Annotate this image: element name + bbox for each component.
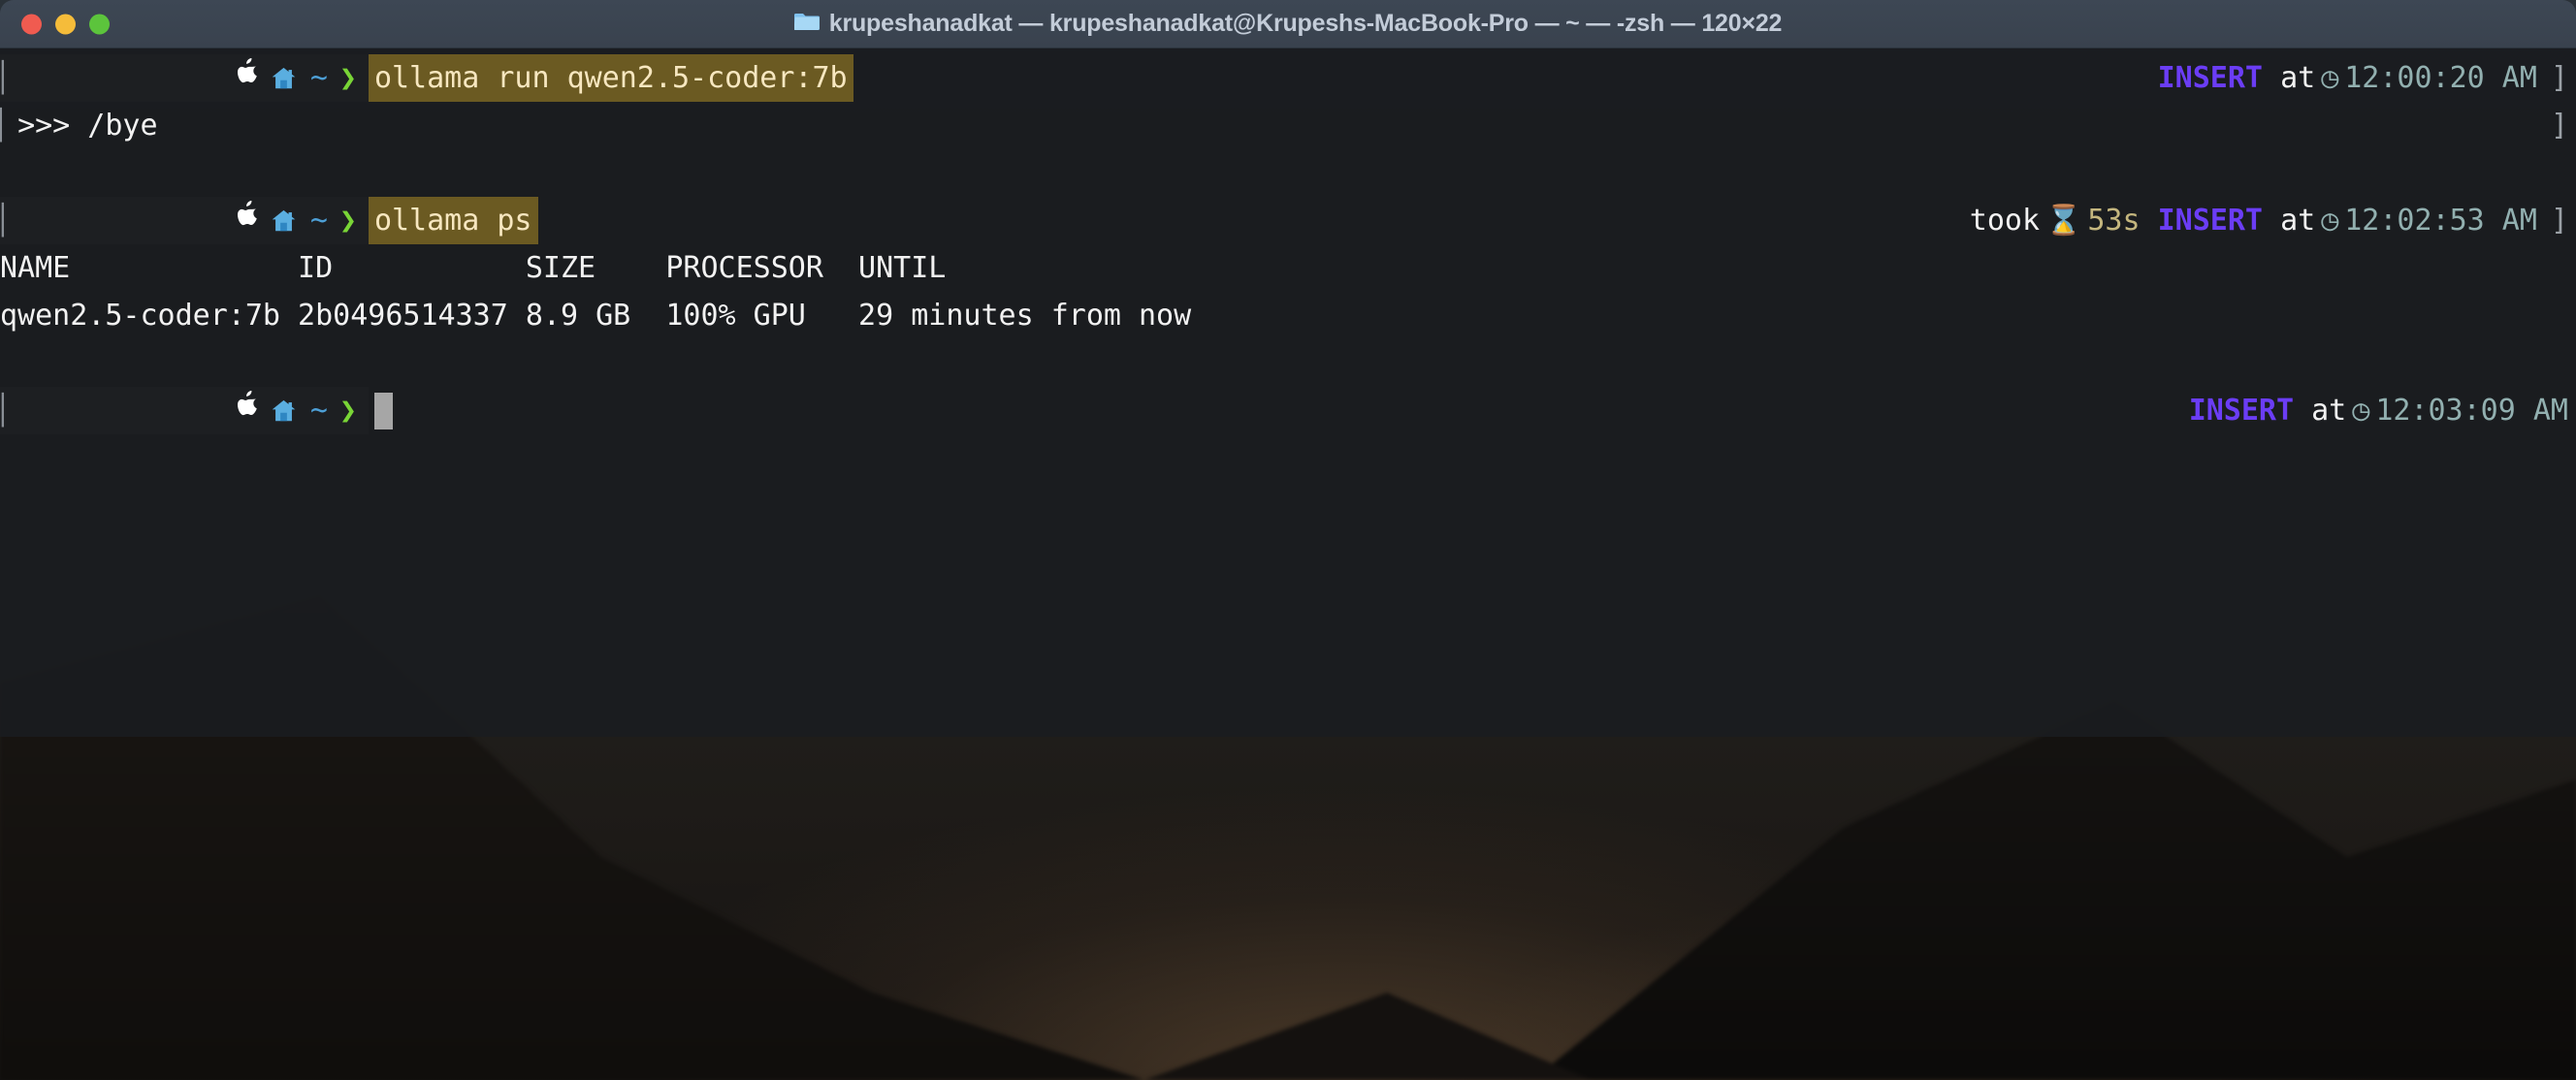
- prompt-line-2: ▏ ~ ❯ ollama ps: [0, 197, 538, 244]
- line-marker: ]: [2550, 61, 2568, 95]
- line-marker: ]: [2550, 109, 2568, 143]
- prompt-line-1: ▏ ~ ❯ ollama run qwen2.5-coder:7b: [0, 54, 853, 102]
- window-title: krupeshanadkat — krupeshanadkat@Krupeshs…: [0, 10, 2576, 38]
- terminal-window[interactable]: krupeshanadkat — krupeshanadkat@Krupeshs…: [0, 0, 2576, 737]
- house-icon: [265, 207, 303, 234]
- left-edge-marker: ▏: [0, 109, 18, 143]
- prompt-path: ~: [309, 61, 328, 95]
- left-edge-marker: ▏: [2, 204, 20, 238]
- timestamp: 12:00:20 AM: [2344, 61, 2537, 95]
- status-right-1: INSERT at ◷ 12:00:20 AM]: [2158, 54, 2568, 102]
- command-text-1[interactable]: ollama run qwen2.5-coder:7b: [368, 54, 853, 102]
- clock-icon: ◷: [2352, 394, 2370, 428]
- line-marker: ]: [2550, 204, 2568, 238]
- left-edge-marker: ▏: [2, 61, 20, 95]
- ps-table-header-row: NAME ID SIZE PROCESSOR UNTIL: [0, 244, 2576, 292]
- prompt-segment: ▏ ~ ❯: [0, 197, 369, 244]
- vi-mode-badge: INSERT: [2157, 204, 2263, 238]
- folder-icon: [793, 10, 820, 38]
- prompt-segment: ▏ ~ ❯: [0, 387, 369, 434]
- vi-mode-badge: INSERT: [2188, 394, 2295, 428]
- clock-icon: ◷: [2321, 61, 2339, 95]
- prompt-line-3[interactable]: ▏ ~ ❯: [0, 387, 393, 434]
- apple-logo-icon: [19, 339, 265, 482]
- ps-row-cells-wrap: qwen2.5-coder:7b 2b0496514337 8.9 GB 100…: [0, 292, 1191, 339]
- output-text: >>> /bye: [17, 109, 158, 143]
- command-text-2[interactable]: ollama ps: [368, 197, 538, 244]
- timestamp: 12:02:53 AM: [2344, 204, 2537, 238]
- at-label: at: [2280, 204, 2316, 238]
- vi-mode-badge: INSERT: [2157, 61, 2263, 95]
- terminal-body[interactable]: ▏ ~ ❯ ollama run qwen2.5-coder:7b INSERT…: [0, 48, 2576, 737]
- status-right-3: took ⌛ 53s INSERT at ◷ 12:02:53 AM]: [1970, 197, 2568, 244]
- terminal-line: ▏ >>> /bye ]: [0, 102, 2576, 149]
- prompt-chevron: ❯: [338, 394, 357, 428]
- text-cursor[interactable]: [373, 392, 393, 429]
- prompt-chevron: ❯: [338, 204, 357, 238]
- window-title-text: krupeshanadkat — krupeshanadkat@Krupeshs…: [828, 10, 1783, 37]
- prompt-segment: ▏ ~ ❯: [0, 54, 369, 102]
- clock-icon: ◷: [2321, 204, 2339, 238]
- left-edge-marker: ▏: [2, 394, 20, 428]
- output-line-bye: ▏ >>> /bye: [0, 102, 158, 149]
- title-bar[interactable]: krupeshanadkat — krupeshanadkat@Krupeshs…: [0, 0, 2576, 48]
- prompt-chevron: ❯: [338, 61, 357, 95]
- status-right-4: INSERT at ◷ 12:03:09 AM: [2189, 387, 2568, 434]
- timestamp: 12:03:09 AM: [2375, 394, 2568, 428]
- hourglass-icon: ⌛: [2045, 204, 2082, 238]
- prompt-path: ~: [309, 394, 328, 428]
- terminal-line: ▏ ~ ❯ INSERT at ◷ 12:03:09 AM: [0, 387, 2576, 434]
- ps-table-row: qwen2.5-coder:7b 2b0496514337 8.9 GB 100…: [0, 292, 2576, 339]
- terminal-line: ▏ ~ ❯ ollama ps took ⌛ 53s INSERT at ◷ 1…: [0, 197, 2576, 244]
- prompt-path: ~: [309, 204, 328, 238]
- duration-value: 53s: [2087, 204, 2141, 238]
- at-label: at: [2311, 394, 2347, 428]
- house-icon: [265, 65, 303, 91]
- house-icon: [265, 397, 303, 424]
- status-right-2: ]: [2537, 102, 2568, 149]
- ps-table-header: NAME ID SIZE PROCESSOR UNTIL: [0, 244, 946, 292]
- took-label: took: [1969, 204, 2041, 238]
- ps-row-cells: qwen2.5-coder:7b 2b0496514337 8.9 GB 100…: [0, 299, 1192, 333]
- ps-header-cells: NAME ID SIZE PROCESSOR UNTIL: [0, 251, 947, 285]
- at-label: at: [2280, 61, 2316, 95]
- terminal-line: ▏ ~ ❯ ollama run qwen2.5-coder:7b INSERT…: [0, 54, 2576, 102]
